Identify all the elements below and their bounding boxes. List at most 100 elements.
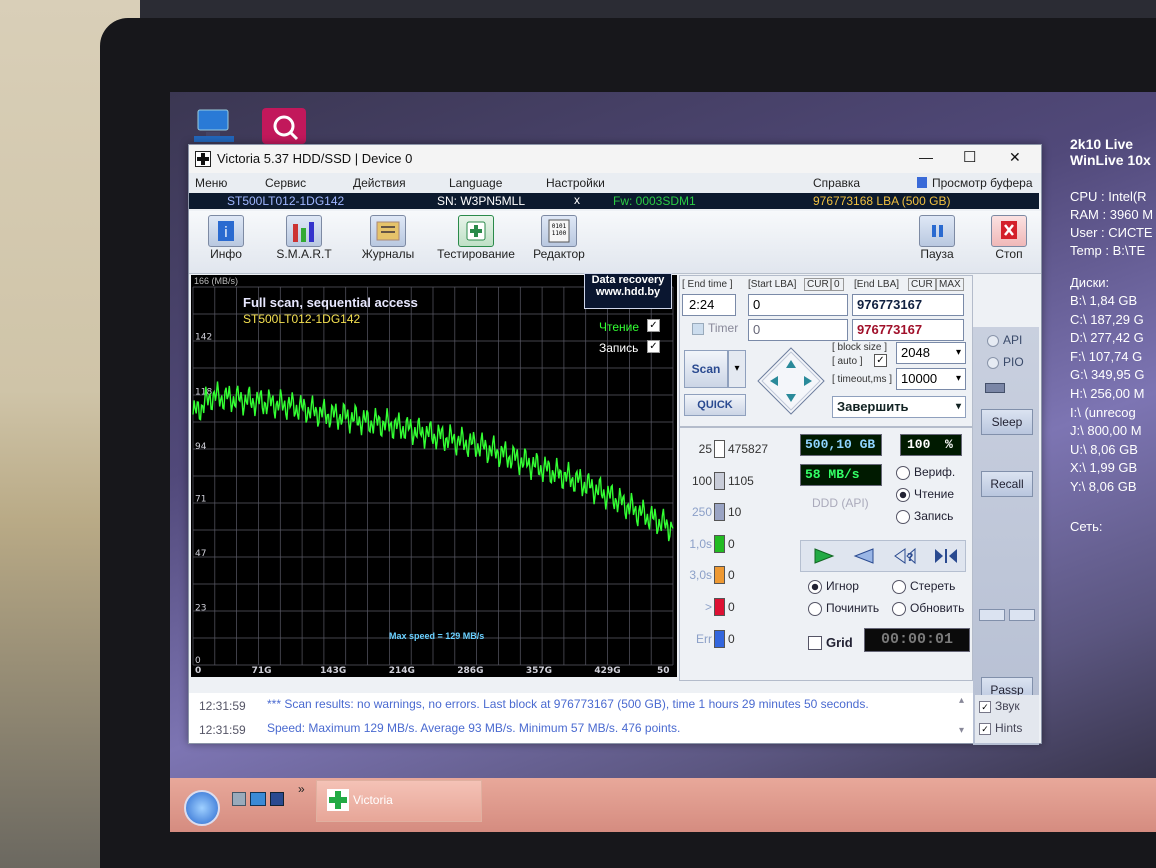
finish-action-select[interactable]: Завершить ▾	[832, 396, 966, 418]
ignore-radio[interactable]	[808, 580, 822, 594]
menu-item-help[interactable]: Справка	[813, 176, 860, 190]
taskbar: » Victoria	[170, 778, 1156, 832]
max-speed-annotation: Max speed = 129 MB/s	[389, 631, 485, 641]
finish-action-value: Завершить	[837, 399, 909, 414]
write-legend-checkbox[interactable]: ✓	[647, 340, 660, 353]
read-legend-checkbox[interactable]: ✓	[647, 319, 660, 332]
menu-item-menu[interactable]: Меню	[195, 176, 227, 190]
block-size-select[interactable]: 2048 ▾	[896, 342, 966, 364]
x-tick-label: 286G	[457, 666, 483, 676]
small-button-left[interactable]	[979, 609, 1005, 621]
minimize-button[interactable]: —	[919, 149, 933, 165]
block-counter-row: 3,0s 0	[682, 564, 800, 596]
y-tick-label: 142	[195, 333, 212, 343]
end-cur-button[interactable]: CUR	[908, 278, 936, 291]
disk-entry: J:\ 800,00 M	[1070, 423, 1142, 439]
sleep-button[interactable]: Sleep	[981, 409, 1033, 435]
log-message: Speed: Maximum 129 MB/s. Average 93 MB/s…	[267, 721, 681, 735]
sound-checkbox[interactable]: ✓	[979, 701, 991, 713]
sysinfo-line: CPU : Intel(R	[1070, 189, 1147, 204]
percent-value: 100	[907, 437, 931, 452]
search-folder-desktop-icon[interactable]	[260, 102, 306, 144]
menu-item-language[interactable]: Language	[449, 176, 502, 190]
end-lba-input[interactable]: 976773167	[852, 294, 964, 316]
menu-item-actions[interactable]: Действия	[353, 176, 406, 190]
pause-label: Пауза	[920, 247, 954, 261]
close-button[interactable]: ✕	[1009, 149, 1021, 166]
menu-item-settings[interactable]: Настройки	[546, 176, 605, 190]
log-scroll-up-icon[interactable]: ▴	[959, 695, 964, 706]
taskbar-app-label: Victoria	[353, 793, 393, 807]
api-radio[interactable]	[987, 335, 999, 347]
victoria-plus-icon	[327, 789, 349, 811]
computer-desktop-icon[interactable]	[192, 106, 236, 146]
timeout-select[interactable]: 10000 ▾	[896, 368, 966, 390]
menu-item-buffer[interactable]: Просмотр буфера	[932, 176, 1033, 190]
device-close-button[interactable]: x	[574, 193, 580, 207]
small-button-right[interactable]	[1009, 609, 1035, 621]
start-lba-input[interactable]: 0	[748, 294, 848, 316]
block-counter-label: 25	[698, 442, 712, 456]
maximize-button[interactable]: ☐	[963, 148, 976, 166]
play-icon[interactable]	[813, 547, 835, 565]
percent-display: 100%	[900, 434, 962, 456]
data-recovery-banner[interactable]: Data recovery www.hdd.by	[584, 273, 672, 309]
pause-button[interactable]: Пауза	[911, 215, 963, 269]
end-time-input[interactable]: 2:24	[682, 294, 736, 316]
smart-button[interactable]: S.M.A.R.T	[269, 215, 339, 269]
start-zero-button[interactable]: 0	[830, 278, 844, 291]
menu-item-service[interactable]: Сервис	[265, 176, 306, 190]
end-max-button[interactable]: MAX	[936, 278, 964, 291]
quicklaunch-explorer-icon[interactable]	[250, 792, 266, 806]
read-radio[interactable]	[896, 488, 910, 502]
toolbar: i Инфо S.M.A.R.T Журналы Тестирование 01…	[189, 211, 1041, 274]
stop-button[interactable]: Стоп	[983, 215, 1035, 269]
block-size-value: 2048	[901, 345, 930, 360]
editor-button[interactable]: 0101 1100 Редактор	[529, 215, 589, 269]
timeout-value: 10000	[901, 371, 938, 386]
start-button[interactable]	[184, 790, 220, 826]
pio-radio[interactable]	[987, 357, 999, 369]
disk-entry: U:\ 8,06 GB	[1070, 441, 1138, 457]
hints-checkbox[interactable]: ✓	[979, 723, 991, 735]
auto-checkbox[interactable]: ✓	[874, 354, 887, 367]
repair-radio[interactable]	[808, 602, 822, 616]
logs-button[interactable]: Журналы	[357, 215, 419, 269]
chevron-down-icon: ▾	[955, 373, 961, 384]
grid-checkbox[interactable]	[808, 636, 822, 650]
block-counter-label: 250	[691, 505, 712, 520]
skip-end-icon[interactable]	[933, 547, 959, 565]
desktop-screen: 2k10 Live WinLive 10x CPU : Intel(R RAM …	[170, 92, 1156, 832]
timer-checkbox[interactable]	[692, 323, 704, 335]
ddd-api-label: DDD (API)	[812, 496, 869, 510]
hints-label: Hints	[995, 721, 1023, 735]
start-lba-label: [Start LBA]	[748, 279, 797, 290]
testing-button[interactable]: Тестирование	[433, 215, 519, 269]
taskbar-victoria-button[interactable]: Victoria	[316, 780, 482, 822]
start-cur-button[interactable]: CUR	[804, 278, 832, 291]
reverse-icon[interactable]	[853, 547, 875, 565]
write-radio[interactable]	[896, 510, 910, 524]
svg-text:i: i	[224, 225, 228, 241]
info-button[interactable]: i Инфо	[197, 215, 255, 269]
log-scroll-down-icon[interactable]: ▾	[959, 725, 964, 736]
disk-entry: C:\ 187,29 G	[1070, 311, 1144, 327]
title-bar[interactable]: Victoria 5.37 HDD/SSD | Device 0 — ☐ ✕	[189, 145, 1041, 173]
ignore-label: Игнор	[826, 579, 859, 593]
scan-button[interactable]: Scan	[684, 350, 728, 388]
skip-back-icon[interactable]: ?	[893, 547, 919, 565]
verify-radio[interactable]	[896, 466, 910, 480]
refresh-radio[interactable]	[892, 602, 906, 616]
quick-button[interactable]: QUICK	[684, 394, 746, 416]
direction-pad-icon[interactable]	[756, 346, 826, 416]
quicklaunch-desktop-icon[interactable]	[232, 792, 246, 806]
recall-button[interactable]: Recall	[981, 471, 1033, 497]
buffer-icon	[917, 177, 927, 188]
block-counter-label: 1,0s	[689, 536, 712, 551]
erase-radio[interactable]	[892, 580, 906, 594]
scan-dropdown-button[interactable]: ▾	[728, 350, 746, 388]
block-counter-value: 0	[728, 568, 735, 583]
quicklaunch-more-button[interactable]: »	[298, 782, 305, 796]
quicklaunch-save-icon[interactable]	[270, 792, 284, 806]
x-tick-label: 50	[657, 666, 670, 676]
